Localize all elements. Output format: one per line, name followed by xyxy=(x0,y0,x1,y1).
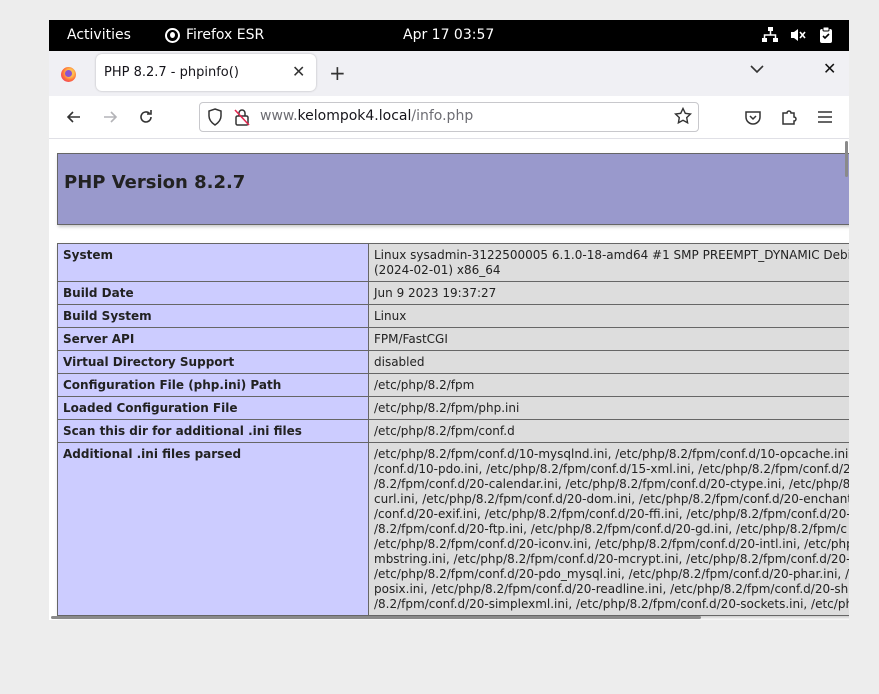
row-value: /etc/php/8.2/fpm/php.ini xyxy=(368,396,849,420)
value-line: /conf.d/10-pdo.ini, /etc/php/8.2/fpm/con… xyxy=(374,462,849,476)
insecure-lock-icon[interactable] xyxy=(234,108,250,126)
navigation-toolbar: www.kelompok4.local/info.php xyxy=(49,96,849,139)
tab-strip: PHP 8.2.7 - phpinfo() ✕ + ✕ xyxy=(49,51,849,96)
table-row: Server API FPM/FastCGI xyxy=(57,327,849,351)
value-line: disabled xyxy=(374,355,425,369)
clock[interactable]: Apr 17 03:57 xyxy=(403,27,494,43)
pocket-icon[interactable] xyxy=(744,108,762,126)
tracking-protection-shield-icon[interactable] xyxy=(207,108,223,126)
new-tab-button[interactable]: + xyxy=(329,61,346,85)
clipboard-icon[interactable] xyxy=(817,26,835,44)
row-value: Jun 9 2023 19:37:27 xyxy=(368,281,849,305)
row-value: /etc/php/8.2/fpm xyxy=(368,373,849,397)
table-row: Scan this dir for additional .ini files /… xyxy=(57,419,849,443)
screen: Activities Firefox ESR Apr 17 03:57 PHP … xyxy=(49,20,849,620)
value-line: /etc/php/8.2/fpm/conf.d/20-iconv.ini, /e… xyxy=(374,537,849,551)
table-row: Build Date Jun 9 2023 19:37:27 xyxy=(57,281,849,305)
row-value: Linux xyxy=(368,304,849,328)
horizontal-scrollbar[interactable] xyxy=(51,616,701,619)
value-line: FPM/FastCGI xyxy=(374,332,448,346)
row-key: Additional .ini files parsed xyxy=(57,442,369,616)
phpinfo-table: System Linux sysadmin-3122500005 6.1.0-18… xyxy=(57,243,849,616)
table-row: Build System Linux xyxy=(57,304,849,328)
table-row: Configuration File (php.ini) Path/etc/ph… xyxy=(57,373,849,397)
value-line: mbstring.ini, /etc/php/8.2/fpm/conf.d/20… xyxy=(374,552,849,566)
firefox-icon xyxy=(165,27,180,43)
tab-phpinfo[interactable]: PHP 8.2.7 - phpinfo() ✕ xyxy=(96,54,316,91)
back-arrow-icon[interactable] xyxy=(65,108,83,126)
app-name: Firefox ESR xyxy=(186,27,265,43)
page-title: PHP Version 8.2.7 xyxy=(64,172,246,193)
app-menu[interactable]: Firefox ESR xyxy=(165,27,264,43)
value-line: /etc/php/8.2/fpm xyxy=(374,378,475,392)
bookmark-star-icon[interactable] xyxy=(673,106,693,125)
volume-muted-icon[interactable] xyxy=(789,26,807,44)
value-line: /etc/php/8.2/fpm/conf.d/10-mysqlnd.ini, … xyxy=(374,447,849,461)
row-key: Server API xyxy=(57,327,369,351)
system-tray[interactable] xyxy=(761,26,835,44)
value-line: /etc/php/8.2/fpm/php.ini xyxy=(374,401,520,415)
value-line: (2024-02-01) x86_64 xyxy=(374,263,501,277)
row-value: Linux sysadmin-3122500005 6.1.0-18-amd64… xyxy=(368,243,849,282)
tab-title: PHP 8.2.7 - phpinfo() xyxy=(104,65,239,80)
window-close-icon[interactable]: ✕ xyxy=(823,59,836,78)
row-value: /etc/php/8.2/fpm/conf.d xyxy=(368,419,849,443)
url-prefix: www. xyxy=(260,108,298,124)
value-line: /etc/php/8.2/fpm/conf.d xyxy=(374,424,515,438)
extensions-puzzle-icon[interactable] xyxy=(780,108,798,126)
reload-icon[interactable] xyxy=(137,108,155,126)
table-row: Loaded Configuration File/etc/php/8.2/fp… xyxy=(57,396,849,420)
firefox-view-icon[interactable] xyxy=(61,67,76,82)
hamburger-menu-icon[interactable] xyxy=(816,108,834,126)
row-key: Configuration File (php.ini) Path xyxy=(57,373,369,397)
vertical-scrollbar[interactable] xyxy=(845,141,848,177)
value-line: /conf.d/20-exif.ini, /etc/php/8.2/fpm/co… xyxy=(374,507,849,521)
row-value: /etc/php/8.2/fpm/conf.d/10-mysqlnd.ini, … xyxy=(368,442,849,616)
row-key: Build System xyxy=(57,304,369,328)
row-key: Virtual Directory Support xyxy=(57,350,369,374)
table-row: Additional .ini files parsed/etc/php/8.2… xyxy=(57,442,849,616)
value-line: Jun 9 2023 19:37:27 xyxy=(374,286,497,300)
row-key: Loaded Configuration File xyxy=(57,396,369,420)
forward-arrow-icon[interactable] xyxy=(101,108,119,126)
value-line: posix.ini, /etc/php/8.2/fpm/conf.d/20-re… xyxy=(374,582,849,596)
value-line: /etc/php/8.2/fpm/conf.d/20-pdo_mysql.ini… xyxy=(374,567,849,581)
row-value: disabled xyxy=(368,350,849,374)
value-line: curl.ini, /etc/php/8.2/fpm/conf.d/20-dom… xyxy=(374,492,849,506)
table-row: System Linux sysadmin-3122500005 6.1.0-18… xyxy=(57,243,849,282)
value-line: /8.2/fpm/conf.d/20-simplexml.ini, /etc/p… xyxy=(374,597,849,611)
value-line: Linux sysadmin-3122500005 6.1.0-18-amd64… xyxy=(374,248,849,262)
tab-close-icon[interactable]: ✕ xyxy=(292,62,305,81)
value-line: Linux xyxy=(374,309,407,323)
activities-button[interactable]: Activities xyxy=(67,27,131,43)
page-viewport: PHP Version 8.2.7 System Linux sysadmin-3… xyxy=(49,139,849,620)
row-value: FPM/FastCGI xyxy=(368,327,849,351)
php-version-header: PHP Version 8.2.7 xyxy=(57,153,849,225)
row-key: Build Date xyxy=(57,281,369,305)
value-line: /8.2/fpm/conf.d/20-calendar.ini, /etc/ph… xyxy=(374,477,849,491)
url-path: /info.php xyxy=(411,108,474,124)
system-top-bar: Activities Firefox ESR Apr 17 03:57 xyxy=(49,20,849,51)
network-icon[interactable] xyxy=(761,26,779,44)
row-key: System xyxy=(57,243,369,282)
table-row: Virtual Directory Support disabled xyxy=(57,350,849,374)
address-bar[interactable]: www.kelompok4.local/info.php xyxy=(199,102,699,132)
url-text[interactable]: www.kelompok4.local/info.php xyxy=(260,108,473,124)
value-line: /8.2/fpm/conf.d/20-ftp.ini, /etc/php/8.2… xyxy=(374,522,847,536)
row-key: Scan this dir for additional .ini files xyxy=(57,419,369,443)
url-host: kelompok4.local xyxy=(297,108,412,124)
list-all-tabs-chevron-icon[interactable] xyxy=(749,59,765,79)
